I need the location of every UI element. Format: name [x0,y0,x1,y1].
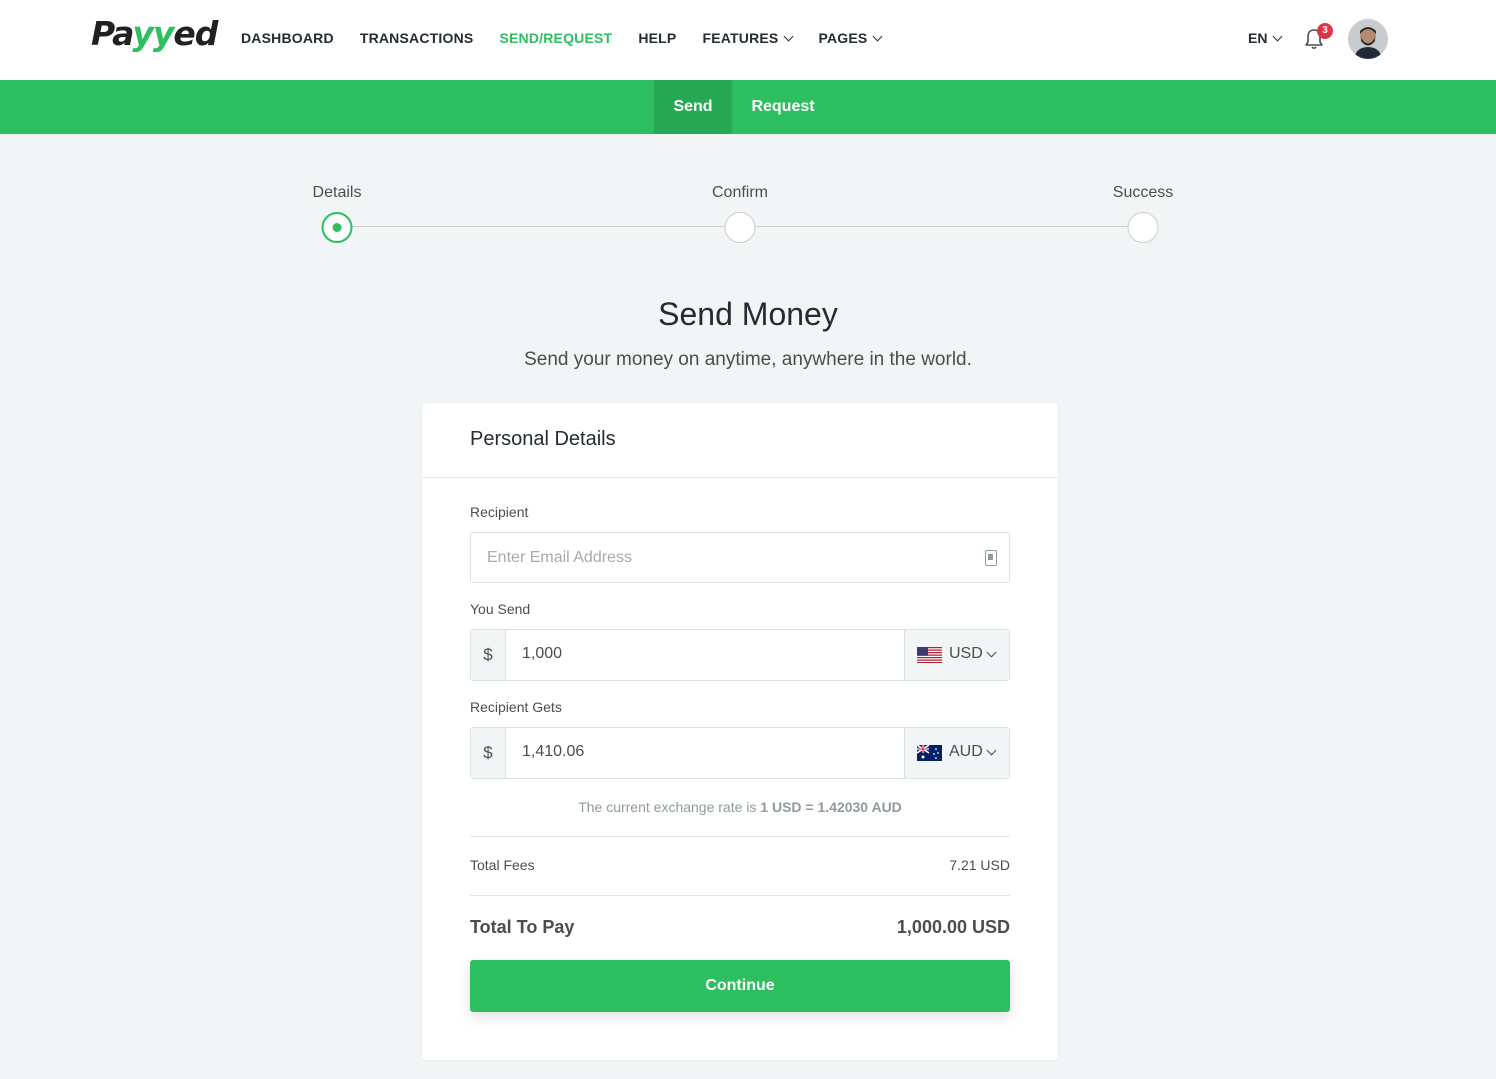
nav-transactions[interactable]: TRANSACTIONS [360,30,474,46]
recipient-gets-amount-input[interactable]: 1,410.06 [522,743,584,761]
step-label-confirm: Confirm [711,184,769,201]
card-header: Personal Details [422,403,1058,478]
send-request-tabs: Send Request [0,80,1496,134]
nav-dashboard[interactable]: DASHBOARD [241,30,334,46]
nav-features[interactable]: FEATURES [702,30,794,46]
divider [470,895,1010,896]
you-send-group: $ 1,000 USD [470,629,1010,681]
chevron-down-icon [986,745,997,755]
dollar-prefix: $ [471,630,506,680]
send-currency-select[interactable]: USD [904,630,1009,680]
card-title: Personal Details [470,428,616,450]
brand-logo[interactable]: Payyed [91,14,218,53]
exchange-rate-note: The current exchange rate is 1 USD = 1.4… [578,799,902,815]
recipient-label: Recipient [470,504,529,520]
tab-send[interactable]: Send [654,80,732,134]
nav-help[interactable]: HELP [638,30,676,46]
recipient-email-input[interactable]: Enter Email Address [470,532,1010,583]
receive-currency-code: AUD [949,743,997,761]
recipient-gets-group: $ 1,410.06 AUD [470,727,1010,779]
step-dot-details [321,212,353,243]
step-label-details: Details [312,184,362,201]
us-flag-icon [917,647,942,663]
contact-card-icon[interactable] [985,550,997,566]
continue-button[interactable]: Continue [470,960,1010,1012]
nav-pages[interactable]: PAGES [818,30,883,46]
chevron-down-icon [873,31,883,41]
tab-request[interactable]: Request [732,80,834,134]
step-label-success: Success [1112,184,1174,201]
user-avatar[interactable] [1348,19,1388,59]
step-dot-success [1127,212,1159,243]
page-subtitle: Send your money on anytime, anywhere in … [524,349,972,370]
au-flag-icon [917,745,942,761]
total-fees-label: Total Fees [470,857,535,873]
total-to-pay-label: Total To Pay [470,917,575,937]
recipient-gets-label: Recipient Gets [470,699,562,715]
recipient-placeholder: Enter Email Address [487,549,632,566]
you-send-amount-input[interactable]: 1,000 [522,645,562,663]
total-fees-value: 7.21 USD [949,857,1010,873]
main-nav: DASHBOARD TRANSACTIONS SEND/REQUEST HELP… [241,30,907,46]
step-dot-confirm [724,212,756,243]
send-money-card: Personal Details Recipient Enter Email A… [422,403,1058,1060]
send-currency-code: USD [949,645,997,663]
receive-currency-select[interactable]: AUD [904,728,1009,778]
exchange-rate-value: 1 USD = 1.42030 AUD [760,799,902,815]
chevron-down-icon [784,31,794,41]
you-send-label: You Send [470,601,531,617]
dollar-prefix: $ [471,728,506,778]
divider [470,836,1010,837]
language-selector[interactable]: EN [1248,30,1283,46]
top-header: Payyed DASHBOARD TRANSACTIONS SEND/REQUE… [0,0,1496,80]
total-to-pay-value: 1,000.00 USD [896,917,1010,937]
chevron-down-icon [986,647,997,657]
nav-send-request[interactable]: SEND/REQUEST [499,30,612,46]
page-title: Send Money [658,296,838,332]
notification-badge: 3 [1317,23,1333,39]
chevron-down-icon [1273,31,1283,41]
